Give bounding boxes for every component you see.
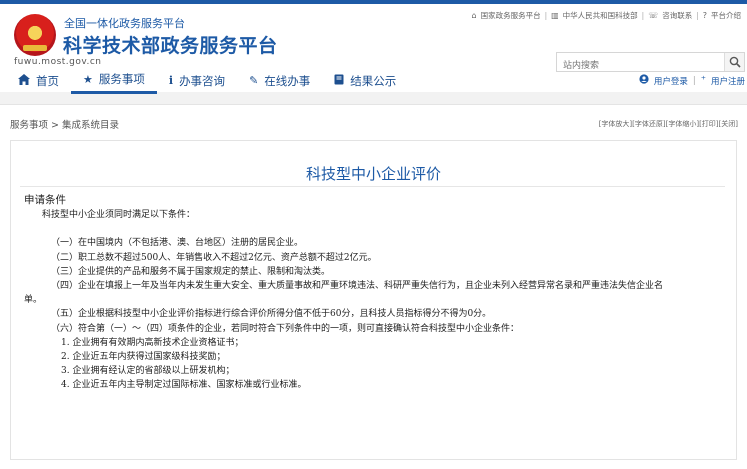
nav-online-label: 在线办事 [264, 73, 311, 88]
main-content: 服务事项 > 集成系统目录 [字体放大][字体还原][字体缩小][打印][关闭]… [0, 104, 747, 469]
site-domain: fuwu.most.gov.cn [14, 57, 102, 67]
nav-consult[interactable]: i 办事咨询 [157, 67, 237, 94]
info-icon: i [168, 74, 174, 87]
main-nav: 首页 ★ 服务事项 i 办事咨询 ✎ 在线办事 结果公示 [0, 67, 408, 94]
add-user-icon: ⁺ [700, 75, 706, 86]
nav-online[interactable]: ✎ 在线办事 [237, 67, 322, 94]
site-header: 全国一体化政务服务平台 科学技术部政务服务平台 fuwu.most.gov.cn… [0, 4, 747, 94]
search-icon [729, 56, 741, 68]
pencil-icon: ✎ [249, 74, 259, 87]
user-icon [639, 74, 649, 87]
sub-item: 4. 企业近五年内主导制定过国际标准、国家标准或行业标准。 [61, 380, 307, 391]
condition-item: （五）企业根据科技型中小企业评价指标进行综合评价所得分值不低于60分，且科技人员… [51, 309, 492, 320]
register-link[interactable]: 用户注册 [711, 75, 745, 87]
page-tools[interactable]: [字体放大][字体还原][字体缩小][打印][关闭] [599, 119, 738, 129]
user-links: 用户登录 | ⁺ 用户注册 [639, 74, 745, 87]
nav-services[interactable]: ★ 服务事项 [71, 67, 157, 94]
link-consult[interactable]: 咨询联系 [662, 10, 692, 21]
question-icon: ? [702, 11, 707, 20]
sub-item: 1. 企业拥有有效期内高新技术企业资格证书； [61, 337, 244, 348]
sub-item: 2. 企业近五年内获得过国家级科技奖励； [61, 352, 226, 363]
brand-subtitle: 全国一体化政务服务平台 [64, 17, 185, 30]
condition-item: （三）企业提供的产品和服务不属于国家规定的禁止、限制和淘汰类。 [51, 266, 331, 277]
nav-results[interactable]: 结果公示 [322, 67, 408, 94]
nav-consult-label: 办事咨询 [179, 73, 226, 88]
breadcrumb[interactable]: 服务事项 > 集成系统目录 [10, 117, 119, 131]
article-panel: 科技型中小企业评价 申请条件 科技型中小企业须同时满足以下条件： （一）在中国境… [10, 140, 737, 460]
book-icon [334, 74, 344, 88]
link-ministry[interactable]: 中华人民共和国科技部 [563, 10, 638, 21]
nav-results-label: 结果公示 [350, 73, 397, 88]
building-icon: ▥ [551, 11, 559, 20]
site-title[interactable]: 科学技术部政务服务平台 [63, 31, 278, 58]
star-icon: ★ [83, 72, 93, 86]
intro-text: 科技型中小企业须同时满足以下条件： [42, 210, 196, 221]
section-heading: 申请条件 [24, 194, 66, 206]
condition-item: （四）企业在填报上一年及当年内未发生重大安全、重大质量事故和严重环境违法、科研严… [51, 281, 664, 292]
nav-services-label: 服务事项 [98, 72, 145, 86]
sub-item: 3. 企业拥有经认定的省部级以上研发机构； [61, 366, 235, 377]
condition-item: （六）符合第（一）～（四）项条件的企业，若同时符合下列条件中的一项，则可直接确认… [51, 323, 520, 334]
nav-home-label: 首页 [36, 73, 59, 88]
condition-item: （二）职工总数不超过500人、年销售收入不超过2亿元、资产总额不超过2亿元。 [51, 252, 377, 263]
condition-item: （一）在中国境内（不包括港、澳、台地区）注册的居民企业。 [51, 238, 304, 249]
top-links: ⌂ 国家政务服务平台 | ▥ 中华人民共和国科技部 | ☏ 咨询联系 | ? 平… [471, 10, 742, 21]
home-small-icon: ⌂ [471, 11, 477, 20]
phone-icon: ☏ [648, 11, 659, 20]
nav-home[interactable]: 首页 [0, 67, 71, 94]
article-body: 申请条件 科技型中小企业须同时满足以下条件： （一）在中国境内（不包括港、澳、台… [24, 193, 724, 393]
home-icon [18, 73, 30, 88]
search-input[interactable] [557, 57, 722, 75]
title-divider [20, 186, 725, 187]
login-link[interactable]: 用户登录 [654, 75, 688, 87]
link-national-portal[interactable]: 国家政务服务平台 [481, 10, 541, 21]
link-platform-intro[interactable]: 平台介绍 [711, 10, 741, 21]
search-button[interactable] [724, 53, 744, 71]
national-emblem-icon [14, 14, 56, 56]
condition-item-continued: 单。 [24, 295, 43, 306]
site-search [556, 52, 745, 75]
page-title: 科技型中小企业评价 [305, 165, 441, 183]
